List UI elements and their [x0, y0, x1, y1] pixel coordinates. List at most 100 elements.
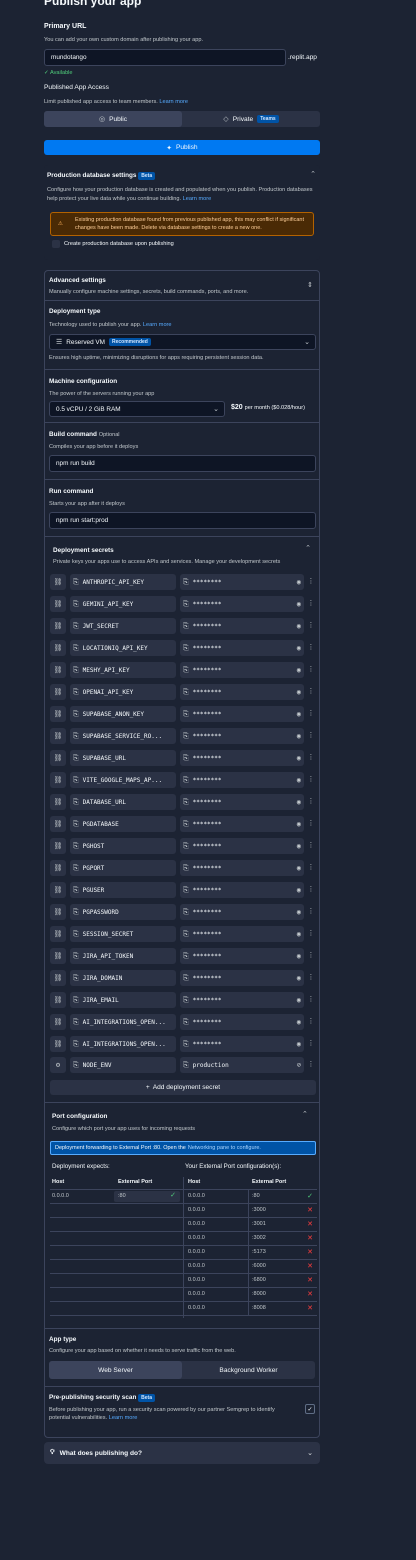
- secret-value-field[interactable]: ⎘ ******** ◉: [180, 574, 304, 590]
- link-icon[interactable]: ⛓: [50, 596, 66, 612]
- eye-icon[interactable]: ◉: [297, 974, 301, 982]
- secret-key-field[interactable]: ⎘ JIRA_DOMAIN: [70, 970, 176, 986]
- eye-icon[interactable]: ◉: [297, 864, 301, 872]
- more-icon[interactable]: ⋮: [306, 907, 316, 915]
- tab-background-worker[interactable]: Background Worker: [182, 1361, 315, 1379]
- link-icon[interactable]: ⛓: [50, 772, 66, 788]
- eye-icon[interactable]: ◉: [297, 886, 301, 894]
- tab-private[interactable]: ◇ Private Teams: [182, 111, 320, 127]
- close-icon[interactable]: ✕: [307, 1248, 313, 1256]
- secret-key-field[interactable]: ⎘ JIRA_API_TOKEN: [70, 948, 176, 964]
- secret-key-field[interactable]: ⎘ DATABASE_URL: [70, 794, 176, 810]
- link-icon[interactable]: ⛓: [50, 904, 66, 920]
- close-icon[interactable]: ✕: [307, 1262, 313, 1270]
- secret-value-field[interactable]: ⎘ ******** ◉: [180, 640, 304, 656]
- secret-value-field[interactable]: ⎘ ******** ◉: [180, 596, 304, 612]
- publish-button[interactable]: ✦ Publish: [44, 140, 320, 155]
- close-icon[interactable]: ✕: [307, 1290, 313, 1298]
- eye-icon[interactable]: ◉: [297, 578, 301, 586]
- eye-icon[interactable]: ◉: [297, 622, 301, 630]
- secret-key-field[interactable]: ⎘ OPENAI_API_KEY: [70, 684, 176, 700]
- eye-icon[interactable]: ◉: [297, 688, 301, 696]
- more-icon[interactable]: ⋮: [306, 841, 316, 849]
- more-icon[interactable]: ⋮: [306, 929, 316, 937]
- secret-key-field[interactable]: ⎘ PGDATABASE: [70, 816, 176, 832]
- secret-key-field[interactable]: ⎘ SUPABASE_ANON_KEY: [70, 706, 176, 722]
- more-icon[interactable]: ⋮: [306, 665, 316, 673]
- secret-key-field[interactable]: ⎘ SESSION_SECRET: [70, 926, 176, 942]
- secret-key-field[interactable]: ⎘ AI_INTEGRATIONS_OPEN...: [70, 1014, 176, 1030]
- secret-key-field[interactable]: ⎘ JIRA_EMAIL: [70, 992, 176, 1008]
- prod-db-learn-more-link[interactable]: Learn more: [183, 196, 212, 202]
- deployment-type-select[interactable]: ☰ Reserved VM Recommended ⌄: [49, 334, 316, 350]
- eye-icon[interactable]: ◉: [297, 908, 301, 916]
- more-icon[interactable]: ⋮: [306, 709, 316, 717]
- eye-icon[interactable]: ◉: [297, 996, 301, 1004]
- secret-value-field[interactable]: ⎘ ******** ◉: [180, 794, 304, 810]
- eye-icon[interactable]: ◉: [297, 644, 301, 652]
- close-icon[interactable]: ✕: [307, 1206, 313, 1214]
- eye-icon[interactable]: ◉: [297, 732, 301, 740]
- eye-icon[interactable]: ◉: [297, 842, 301, 850]
- eye-icon[interactable]: ◉: [297, 820, 301, 828]
- link-icon[interactable]: ⛓: [50, 1014, 66, 1030]
- more-icon[interactable]: ⋮: [306, 819, 316, 827]
- more-icon[interactable]: ⋮: [306, 775, 316, 783]
- scan-checkbox[interactable]: ✓: [305, 1404, 315, 1414]
- secret-key-field[interactable]: ⎘ GEMINI_API_KEY: [70, 596, 176, 612]
- eye-icon[interactable]: ◉: [297, 754, 301, 762]
- link-icon[interactable]: ⛓: [50, 992, 66, 1008]
- secret-key-field[interactable]: ⎘ AI_INTEGRATIONS_OPEN...: [70, 1036, 176, 1052]
- create-db-checkbox[interactable]: [52, 240, 60, 248]
- link-icon[interactable]: ⛓: [50, 926, 66, 942]
- link-icon[interactable]: ⛓: [50, 640, 66, 656]
- secret-key-field[interactable]: ⎘ LOCATIONIQ_API_KEY: [70, 640, 176, 656]
- more-icon[interactable]: ⋮: [306, 797, 316, 805]
- more-icon[interactable]: ⋮: [306, 885, 316, 893]
- link-icon[interactable]: ⛓: [50, 860, 66, 876]
- run-command-input[interactable]: npm run start:prod: [49, 512, 316, 529]
- external-port-cell[interactable]: :80 ✓: [114, 1191, 180, 1202]
- secret-value-field[interactable]: ⎘ ******** ◉: [180, 1036, 304, 1052]
- link-icon[interactable]: ⛓: [50, 750, 66, 766]
- more-icon[interactable]: ⋮: [306, 863, 316, 871]
- secret-value-field[interactable]: ⎘ ******** ◉: [180, 662, 304, 678]
- link-icon[interactable]: ⛓: [50, 618, 66, 634]
- more-icon[interactable]: ⋮: [306, 1017, 316, 1025]
- secret-value-field[interactable]: ⎘ ******** ◉: [180, 772, 304, 788]
- secret-value-field[interactable]: ⎘ ******** ◉: [180, 684, 304, 700]
- link-icon[interactable]: ⛓: [50, 882, 66, 898]
- eye-icon[interactable]: ◉: [297, 666, 301, 674]
- secret-key-field[interactable]: ⎘ SUPABASE_URL: [70, 750, 176, 766]
- link-icon[interactable]: ⛓: [50, 970, 66, 986]
- more-icon[interactable]: ⋮: [306, 951, 316, 959]
- eye-icon[interactable]: ◉: [297, 600, 301, 608]
- deployment-type-learn-more-link[interactable]: Learn more: [143, 322, 172, 328]
- secret-value-field[interactable]: ⎘ ******** ◉: [180, 904, 304, 920]
- secret-value-field[interactable]: ⎘ ******** ◉: [180, 970, 304, 986]
- secret-value-field[interactable]: ⎘ production ⊘: [180, 1057, 304, 1073]
- more-icon[interactable]: ⋮: [306, 687, 316, 695]
- more-icon[interactable]: ⋮: [306, 1060, 316, 1068]
- close-icon[interactable]: ✕: [307, 1234, 313, 1242]
- secret-value-field[interactable]: ⎘ ******** ◉: [180, 816, 304, 832]
- networking-pane-link[interactable]: Networking pane to configure.: [188, 1145, 261, 1151]
- eye-icon[interactable]: ◉: [297, 1040, 301, 1048]
- secret-key-field[interactable]: ⎘ PGPASSWORD: [70, 904, 176, 920]
- secret-key-field[interactable]: ⎘ SUPABASE_SERVICE_RO...: [70, 728, 176, 744]
- more-icon[interactable]: ⋮: [306, 995, 316, 1003]
- link-icon[interactable]: ⛓: [50, 706, 66, 722]
- secret-value-field[interactable]: ⎘ ******** ◉: [180, 838, 304, 854]
- secret-value-field[interactable]: ⎘ ******** ◉: [180, 706, 304, 722]
- secret-key-field[interactable]: ⎘ NODE_ENV: [70, 1057, 176, 1073]
- secret-value-field[interactable]: ⎘ ******** ◉: [180, 750, 304, 766]
- chevron-up-icon[interactable]: ⌃: [305, 544, 311, 552]
- faq-accordion[interactable]: 💡︎ What does publishing do? ⌄: [44, 1442, 320, 1464]
- primary-url-input[interactable]: mundotango: [44, 49, 286, 66]
- more-icon[interactable]: ⋮: [306, 621, 316, 629]
- more-icon[interactable]: ⋮: [306, 731, 316, 739]
- build-command-input[interactable]: npm run build: [49, 455, 316, 472]
- tab-public[interactable]: ◎ Public: [44, 111, 182, 127]
- eye-icon[interactable]: ◉: [297, 952, 301, 960]
- secret-key-field[interactable]: ⎘ PGHOST: [70, 838, 176, 854]
